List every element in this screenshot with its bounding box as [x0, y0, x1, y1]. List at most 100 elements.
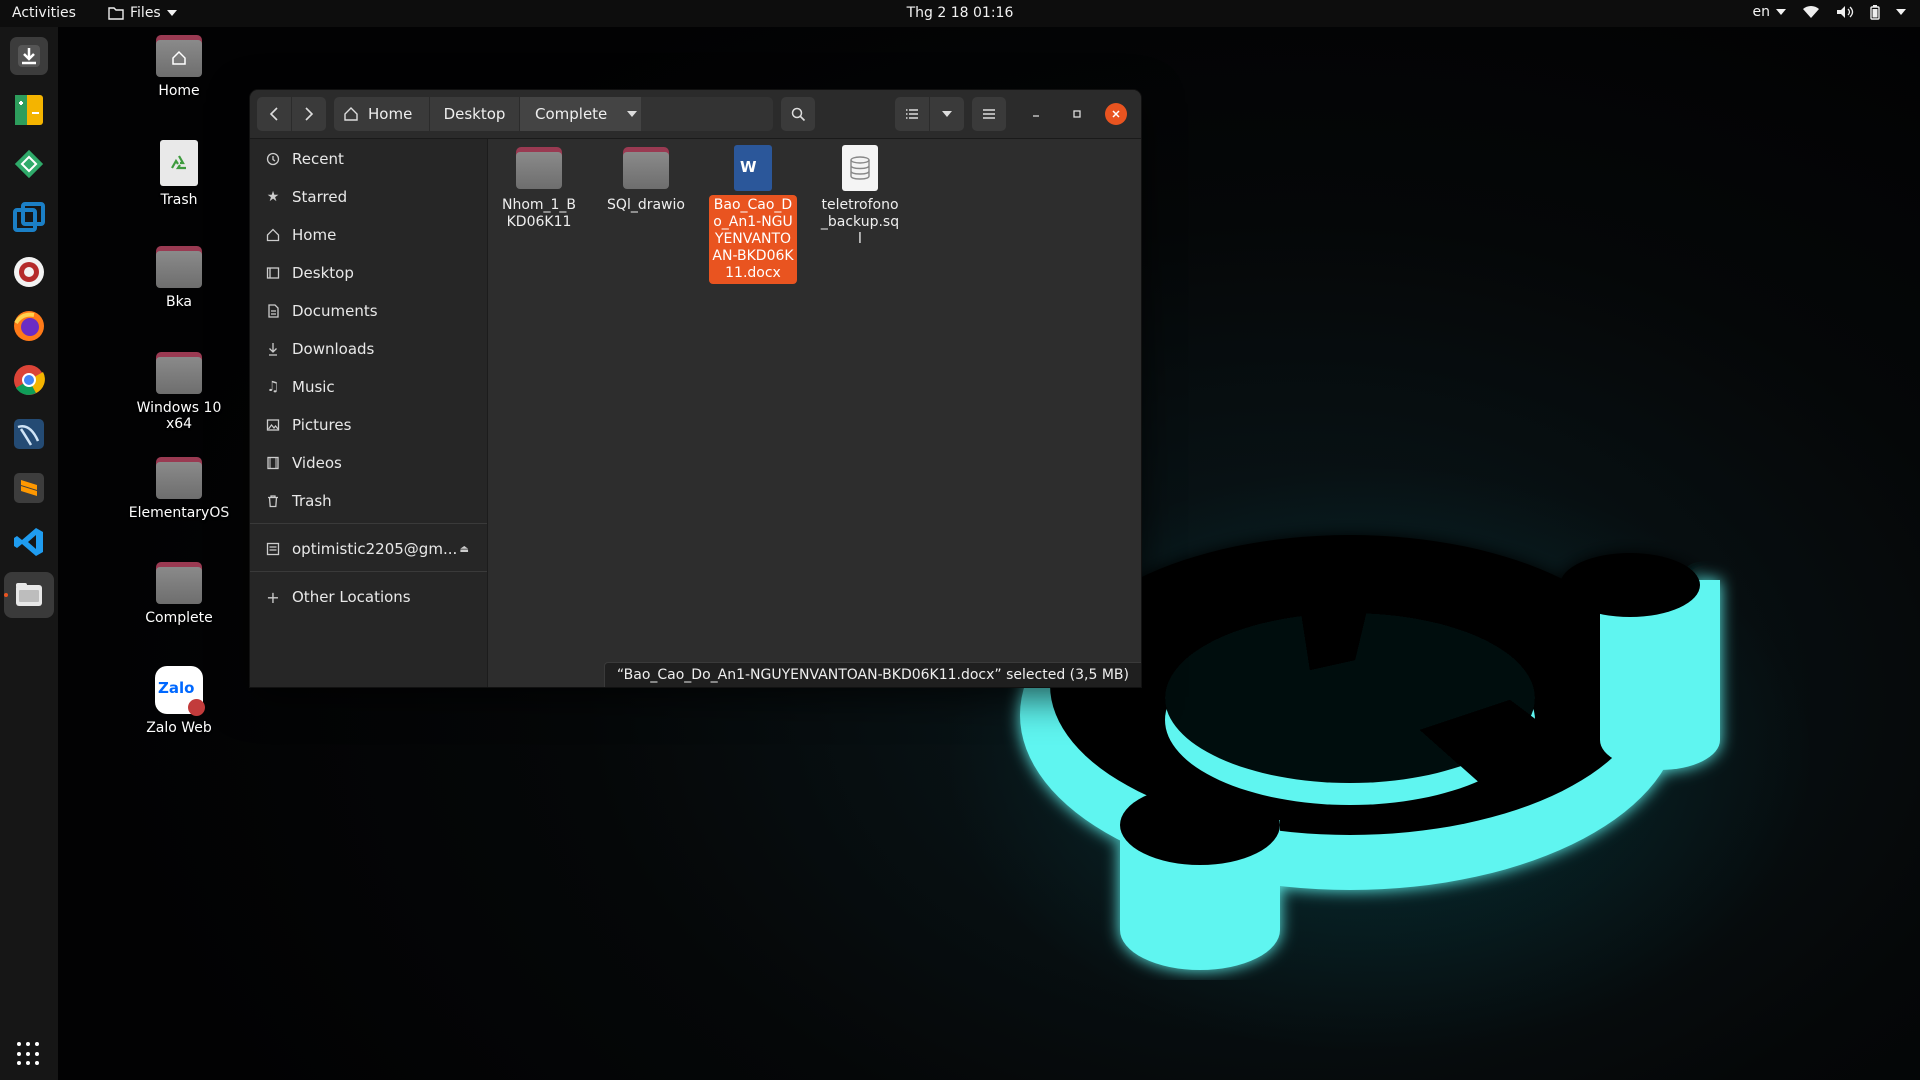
sidebar-item-videos[interactable]: Videos	[250, 445, 487, 481]
minimize-icon	[1033, 115, 1039, 117]
search-button[interactable]	[781, 97, 815, 131]
sidebar-item-trash[interactable]: Trash	[250, 483, 487, 519]
file-item-selected[interactable]: Bao_Cao_Do_An1-NGUYENVANTOAN-BKD06K11.do…	[709, 145, 797, 284]
apps-grid-icon[interactable]	[17, 1042, 41, 1066]
breadcrumb-label: Desktop	[443, 105, 506, 123]
desktop-icon-trash[interactable]: Trash	[124, 140, 234, 208]
back-button[interactable]	[257, 97, 291, 131]
keyboard-layout-label: en	[1752, 4, 1771, 20]
chevron-right-icon	[305, 107, 314, 121]
desktop-icon-label: ElementaryOS	[128, 505, 230, 521]
file-item[interactable]: teletrofono_backup.sql	[816, 145, 904, 250]
dock-mysql-workbench[interactable]	[10, 415, 48, 453]
chevron-down-icon	[942, 111, 952, 117]
desktop-icon-label: Windows 10 x64	[136, 400, 222, 432]
hamburger-icon	[983, 109, 995, 119]
desktop-icon-bka[interactable]: Bka	[124, 246, 234, 310]
close-button[interactable]	[1105, 103, 1127, 125]
sidebar-item-account[interactable]: optimistic2205@gm... ⏏	[250, 531, 487, 567]
clock-icon	[266, 152, 280, 166]
desktop-icon-windows-10-x64[interactable]: Windows 10 x64	[124, 352, 234, 432]
maximize-button[interactable]	[1066, 103, 1088, 125]
sidebar-item-desktop[interactable]: Desktop	[250, 255, 487, 291]
sidebar-item-label: Videos	[292, 454, 342, 472]
sidebar-item-label: Music	[292, 378, 335, 396]
spreadsheet-icon	[15, 95, 43, 125]
menu-button[interactable]	[972, 97, 1006, 131]
sidebar: Recent ★ Starred Home Desktop Documents …	[250, 139, 488, 687]
download-arrow-icon	[18, 45, 40, 67]
forward-button[interactable]	[292, 97, 326, 131]
sublime-icon	[14, 473, 44, 503]
folder-icon	[516, 147, 562, 189]
close-icon	[1112, 110, 1120, 118]
dock-downloader[interactable]	[10, 37, 48, 75]
sidebar-item-pictures[interactable]: Pictures	[250, 407, 487, 443]
desktop-icon-label: Trash	[160, 192, 198, 208]
record-icon	[14, 257, 44, 287]
breadcrumb-complete[interactable]: Complete	[520, 97, 641, 131]
volume-icon	[1837, 6, 1854, 18]
diamond-icon	[14, 149, 44, 179]
dock-vscode[interactable]	[10, 523, 48, 561]
view-options-button[interactable]	[930, 97, 964, 131]
file-item[interactable]: SQl_drawio	[602, 147, 690, 216]
sidebar-item-recent[interactable]: Recent	[250, 141, 487, 177]
star-icon: ★	[266, 189, 280, 205]
list-view-button[interactable]	[895, 97, 929, 131]
breadcrumb-home[interactable]: Home	[334, 97, 429, 131]
chevron-down-icon	[627, 111, 638, 117]
sidebar-item-home[interactable]: Home	[250, 217, 487, 253]
list-view-icon	[906, 109, 918, 119]
sidebar-item-label: Documents	[292, 302, 378, 320]
file-view[interactable]: Nhom_1_BKD06K11 SQl_drawio Bao_Cao_Do_An…	[488, 139, 1141, 687]
sidebar-item-label: Trash	[292, 492, 332, 510]
sidebar-divider	[250, 523, 487, 524]
chevron-down-icon	[1896, 9, 1906, 15]
zalo-badge-text: Zalo	[158, 679, 195, 697]
folder-icon	[156, 352, 202, 394]
sidebar-item-downloads[interactable]: Downloads	[250, 331, 487, 367]
chrome-icon	[14, 365, 45, 395]
sidebar-item-documents[interactable]: Documents	[250, 293, 487, 329]
system-tray[interactable]: en	[1752, 4, 1906, 20]
top-bar: Activities Files Thg 2 18 01:16 en	[0, 0, 1920, 27]
sidebar-item-label: Starred	[292, 188, 348, 206]
keyboard-layout-indicator[interactable]: en	[1752, 4, 1786, 20]
music-icon: ♫	[266, 379, 280, 395]
breadcrumb-empty-space[interactable]	[641, 97, 773, 131]
breadcrumb-desktop[interactable]: Desktop	[430, 97, 519, 131]
sidebar-item-other-locations[interactable]: + Other Locations	[250, 579, 487, 615]
sidebar-item-label: Recent	[292, 150, 344, 168]
file-item[interactable]: Nhom_1_BKD06K11	[495, 147, 583, 233]
file-manager-window: Home Desktop Complete Recent ★ Starred H…	[250, 90, 1141, 687]
dock-firefox[interactable]	[10, 307, 48, 345]
dock-files[interactable]	[10, 576, 48, 614]
dock-virtualbox[interactable]	[10, 199, 48, 237]
folder-icon	[623, 147, 669, 189]
battery-icon	[1870, 4, 1880, 20]
chevron-down-icon	[1776, 9, 1786, 15]
files-icon	[16, 583, 42, 606]
sidebar-item-label: Pictures	[292, 416, 352, 434]
dock-sublime-text[interactable]	[10, 469, 48, 507]
home-folder-icon	[156, 35, 202, 77]
clock[interactable]: Thg 2 18 01:16	[0, 5, 1920, 21]
file-name: teletrofono_backup.sql	[820, 197, 900, 247]
desktop-icon-home[interactable]: Home	[124, 35, 234, 99]
minimize-button[interactable]	[1025, 103, 1047, 125]
desktop-icon-zalo-web[interactable]: Zalo Zalo Web	[124, 666, 234, 736]
desktop-icon-label: Complete	[145, 610, 213, 626]
sidebar-item-starred[interactable]: ★ Starred	[250, 179, 487, 215]
dock-chrome[interactable]	[10, 361, 48, 399]
dock-vpn[interactable]	[10, 145, 48, 183]
desktop-icon-complete[interactable]: Complete	[124, 562, 234, 626]
dock-spreadsheet[interactable]	[10, 91, 48, 129]
maximize-icon	[1073, 110, 1081, 118]
selection-status: “Bao_Cao_Do_An1-NGUYENVANTOAN-BKD06K11.d…	[616, 667, 1129, 683]
dock-recorder[interactable]	[10, 253, 48, 291]
desktop-icon-label: Home	[158, 83, 200, 99]
desktop-icon-elementaryos[interactable]: ElementaryOS	[124, 457, 234, 521]
sidebar-item-music[interactable]: ♫ Music	[250, 369, 487, 405]
eject-icon[interactable]: ⏏	[460, 544, 469, 555]
